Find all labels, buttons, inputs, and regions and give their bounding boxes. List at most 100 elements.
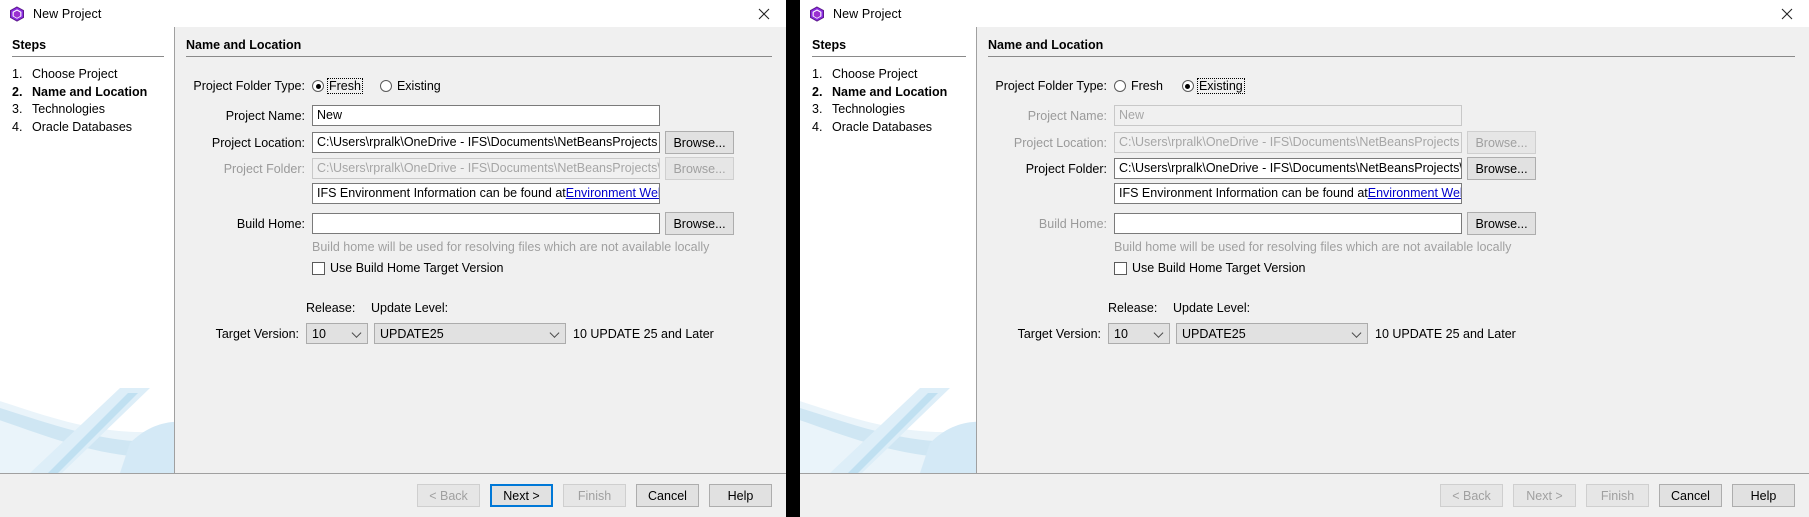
steps-heading: Steps <box>12 38 47 52</box>
step-label: Name and Location <box>832 84 948 99</box>
step-number: 1. <box>12 67 23 81</box>
project-location-row: Project Location: C:\Users\rpralk\OneDri… <box>977 131 1536 154</box>
content-pane: Name and Location Project Folder Type: F… <box>174 27 786 473</box>
target-version-row: Target Version: 10 UPDATE25 10 UPDATE 25… <box>977 323 1516 344</box>
steps-pane: Steps 1. Choose Project 2. Name and Loca… <box>800 27 976 473</box>
form-area: Project Folder Type: Fresh Existing Proj… <box>977 57 1809 473</box>
radio-fresh-label: Fresh <box>1131 79 1163 93</box>
project-name-input[interactable]: New <box>312 105 660 126</box>
build-home-hint-row: Build home will be used for resolving fi… <box>312 240 709 254</box>
back-button: < Back <box>417 484 480 507</box>
update-level-header: Update Level: <box>1173 301 1250 315</box>
browse-build-home-button[interactable]: Browse... <box>665 212 734 235</box>
page-title: Name and Location <box>186 38 302 52</box>
step-number: 3. <box>812 102 823 116</box>
next-button[interactable]: Next > <box>490 484 553 507</box>
use-build-home-label: Use Build Home Target Version <box>1132 261 1306 275</box>
build-home-hint-row: Build home will be used for resolving fi… <box>1114 240 1511 254</box>
chevron-down-icon <box>351 327 362 338</box>
use-build-home-label: Use Build Home Target Version <box>330 261 504 275</box>
update-level-combo[interactable]: UPDATE25 <box>374 323 566 344</box>
update-level-value: UPDATE25 <box>380 326 444 341</box>
steps-heading: Steps <box>812 38 847 52</box>
release-combo[interactable]: 10 <box>306 323 368 344</box>
step-item-choose-project: 1. Choose Project <box>12 66 174 83</box>
step-label: Technologies <box>32 102 105 116</box>
build-home-row: Build Home: Browse... <box>175 212 734 235</box>
step-number: 4. <box>812 119 823 134</box>
decorative-swoosh <box>0 388 174 473</box>
environment-info-box: IFS Environment Information can be found… <box>312 183 660 204</box>
project-folder-input: C:\Users\rpralk\OneDrive - IFS\Documents… <box>312 158 660 179</box>
step-label: Choose Project <box>832 67 918 81</box>
use-build-home-target-version-row[interactable]: Use Build Home Target Version <box>312 261 503 275</box>
step-number: 3. <box>12 102 23 116</box>
title-bar: New Project <box>0 0 786 27</box>
radio-fresh[interactable]: Fresh <box>312 78 363 94</box>
cancel-button[interactable]: Cancel <box>636 484 699 507</box>
step-label: Technologies <box>832 102 905 116</box>
help-button[interactable]: Help <box>1732 484 1795 507</box>
release-label: Release: <box>1108 301 1158 315</box>
step-number: 4. <box>12 119 23 134</box>
release-value: 10 <box>312 326 326 341</box>
project-location-input: C:\Users\rpralk\OneDrive - IFS\Documents… <box>1114 132 1462 153</box>
steps-divider <box>12 56 164 57</box>
step-item-technologies: 3. Technologies <box>12 101 174 118</box>
update-level-value: UPDATE25 <box>1182 326 1246 341</box>
use-build-home-target-version-row[interactable]: Use Build Home Target Version <box>1114 261 1305 275</box>
release-value: 10 <box>1114 326 1128 341</box>
step-item-technologies: 3. Technologies <box>812 101 976 118</box>
project-folder-row: Project Folder: C:\Users\rpralk\OneDrive… <box>977 157 1536 180</box>
radio-fresh[interactable]: Fresh <box>1114 79 1164 93</box>
dialog-body: Steps 1. Choose Project 2. Name and Loca… <box>0 27 786 473</box>
project-location-input[interactable]: C:\Users\rpralk\OneDrive - IFS\Documents… <box>312 132 660 153</box>
new-project-dialog-fresh: New Project Steps 1. Choose Project 2. N… <box>0 0 786 517</box>
project-name-row: Project Name: New <box>977 105 1462 126</box>
release-combo[interactable]: 10 <box>1108 323 1170 344</box>
update-level-combo[interactable]: UPDATE25 <box>1176 323 1368 344</box>
browse-project-folder-button: Browse... <box>665 157 734 180</box>
build-home-input[interactable] <box>1114 213 1462 234</box>
chevron-down-icon <box>1351 327 1362 338</box>
help-button[interactable]: Help <box>709 484 772 507</box>
step-item-oracle-databases: 4. Oracle Databases <box>812 119 976 136</box>
radio-existing[interactable]: Existing <box>1181 78 1245 94</box>
radio-fresh-indicator <box>1114 80 1126 92</box>
use-build-home-checkbox[interactable] <box>312 261 325 275</box>
project-name-label: Project Name: <box>1027 108 1107 123</box>
project-folder-label: Project Folder: <box>1025 161 1107 176</box>
environment-info-row: IFS Environment Information can be found… <box>1114 183 1462 204</box>
build-home-hint: Build home will be used for resolving fi… <box>312 240 710 254</box>
radio-existing-label: Existing <box>396 79 441 93</box>
project-folder-type-label: Project Folder Type: <box>995 79 1107 93</box>
screenshot-root: New Project Steps 1. Choose Project 2. N… <box>0 0 1809 517</box>
finish-button: Finish <box>563 484 626 507</box>
project-folder-type-row: Project Folder Type: Fresh Existing <box>977 78 1245 94</box>
environment-web-link[interactable]: Environment Web <box>566 184 659 203</box>
build-home-input[interactable] <box>312 213 660 234</box>
dialog-body: Steps 1. Choose Project 2. Name and Loca… <box>800 27 1809 473</box>
dialog-footer: < Back Next > Finish Cancel Help <box>800 473 1809 517</box>
use-build-home-checkbox[interactable] <box>1114 261 1127 275</box>
radio-existing-label: Existing <box>1196 78 1245 94</box>
close-icon[interactable] <box>742 0 786 27</box>
project-folder-input[interactable]: C:\Users\rpralk\OneDrive - IFS\Documents… <box>1114 158 1462 179</box>
back-button: < Back <box>1440 484 1503 507</box>
release-label: Release: <box>306 301 356 315</box>
project-name-row: Project Name: New <box>175 105 660 126</box>
project-folder-type-row: Project Folder Type: Fresh Existing <box>175 78 645 94</box>
step-label: Oracle Databases <box>832 119 933 134</box>
environment-web-link[interactable]: Environment Web <box>1368 184 1461 203</box>
radio-existing-indicator <box>379 80 392 92</box>
browse-build-home-button[interactable]: Browse... <box>1467 212 1536 235</box>
radio-fresh-label: Fresh <box>327 78 363 94</box>
browse-project-location-button[interactable]: Browse... <box>665 131 734 154</box>
dialog-footer: < Back Next > Finish Cancel Help <box>0 473 786 517</box>
chevron-down-icon <box>549 327 560 338</box>
cancel-button[interactable]: Cancel <box>1659 484 1722 507</box>
step-item-oracle-databases: 4. Oracle Databases <box>12 119 174 136</box>
close-icon[interactable] <box>1765 0 1809 27</box>
browse-project-folder-button[interactable]: Browse... <box>1467 157 1536 180</box>
radio-existing[interactable]: Existing <box>379 79 442 93</box>
